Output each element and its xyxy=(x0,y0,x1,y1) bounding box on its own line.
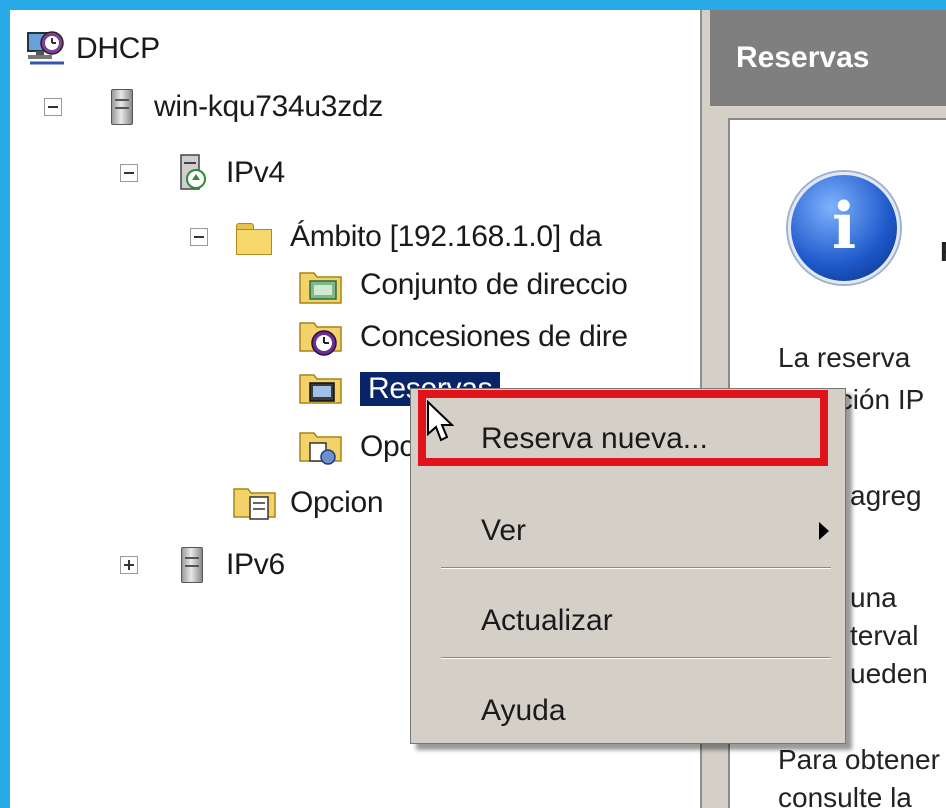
tree-label: Opc xyxy=(360,430,415,463)
collapse-toggle[interactable] xyxy=(190,228,208,246)
tree-item-scope[interactable]: Ámbito [192.168.1.0] da xyxy=(234,214,602,260)
menu-item-label: Ver xyxy=(481,514,527,547)
scope-options-icon xyxy=(299,432,342,465)
collapse-toggle[interactable] xyxy=(44,98,62,116)
tree-item-server[interactable]: win-kqu734u3zdz xyxy=(102,84,383,130)
tree-label: Ámbito [192.168.1.0] da xyxy=(290,220,602,253)
expand-toggle[interactable] xyxy=(120,556,138,574)
tree-label: Conjunto de direccio xyxy=(360,268,628,301)
tree-label: Concesiones de dire xyxy=(360,320,628,353)
tree-item-ipv4[interactable]: IPv4 xyxy=(172,150,285,196)
tree-label: IPv6 xyxy=(226,548,285,581)
tree-item-dhcp[interactable]: DHCP xyxy=(24,26,160,72)
address-pool-icon xyxy=(299,272,342,304)
results-pane-header: Reservas xyxy=(710,10,946,106)
menu-separator xyxy=(441,657,831,659)
menu-item-label: Actualizar xyxy=(481,604,613,637)
info-text-line: La reserva xyxy=(778,342,911,373)
info-text-line: ueden xyxy=(850,658,928,689)
menu-item-label: Ayuda xyxy=(481,694,566,727)
submenu-arrow-icon xyxy=(819,522,829,540)
tree-item-address-pool[interactable]: Conjunto de direccio xyxy=(298,262,628,308)
server-icon xyxy=(172,545,212,585)
tree-label: win-kqu734u3zdz xyxy=(154,90,383,123)
tree-item-leases[interactable]: Concesiones de dire xyxy=(298,314,628,360)
server-options-icon xyxy=(233,488,276,520)
menu-item-refresh[interactable]: Actualizar xyxy=(411,593,845,649)
menu-item-help[interactable]: Ayuda xyxy=(411,683,845,739)
server-icon xyxy=(102,87,142,127)
tree-item-scope-options[interactable]: Opc xyxy=(298,424,414,470)
info-text-line: terval xyxy=(850,620,919,651)
info-text-line: una xyxy=(850,582,897,613)
info-text-line: consulte la xyxy=(778,782,912,808)
address-leases-icon xyxy=(299,322,342,356)
annotation-highlight-box xyxy=(418,390,828,466)
tree-label: DHCP xyxy=(76,32,160,65)
menu-item-view[interactable]: Ver xyxy=(411,503,845,559)
info-heading: R xyxy=(940,236,946,268)
info-text-line: agreg xyxy=(850,480,922,511)
ipv4-icon xyxy=(180,154,206,190)
information-icon: i xyxy=(788,172,900,284)
reservations-icon xyxy=(299,374,342,404)
collapse-toggle[interactable] xyxy=(120,164,138,182)
mouse-cursor-icon xyxy=(427,400,454,442)
tree-label: IPv4 xyxy=(226,156,285,189)
folder-icon xyxy=(234,217,274,257)
menu-separator xyxy=(441,567,831,569)
tree-item-ipv6[interactable]: IPv6 xyxy=(172,542,285,588)
dhcp-icon xyxy=(27,31,64,65)
tree-label: Opcion xyxy=(290,486,384,519)
info-text-line: Para obtener xyxy=(778,744,940,775)
tree-item-server-options[interactable]: Opcion xyxy=(232,480,384,526)
